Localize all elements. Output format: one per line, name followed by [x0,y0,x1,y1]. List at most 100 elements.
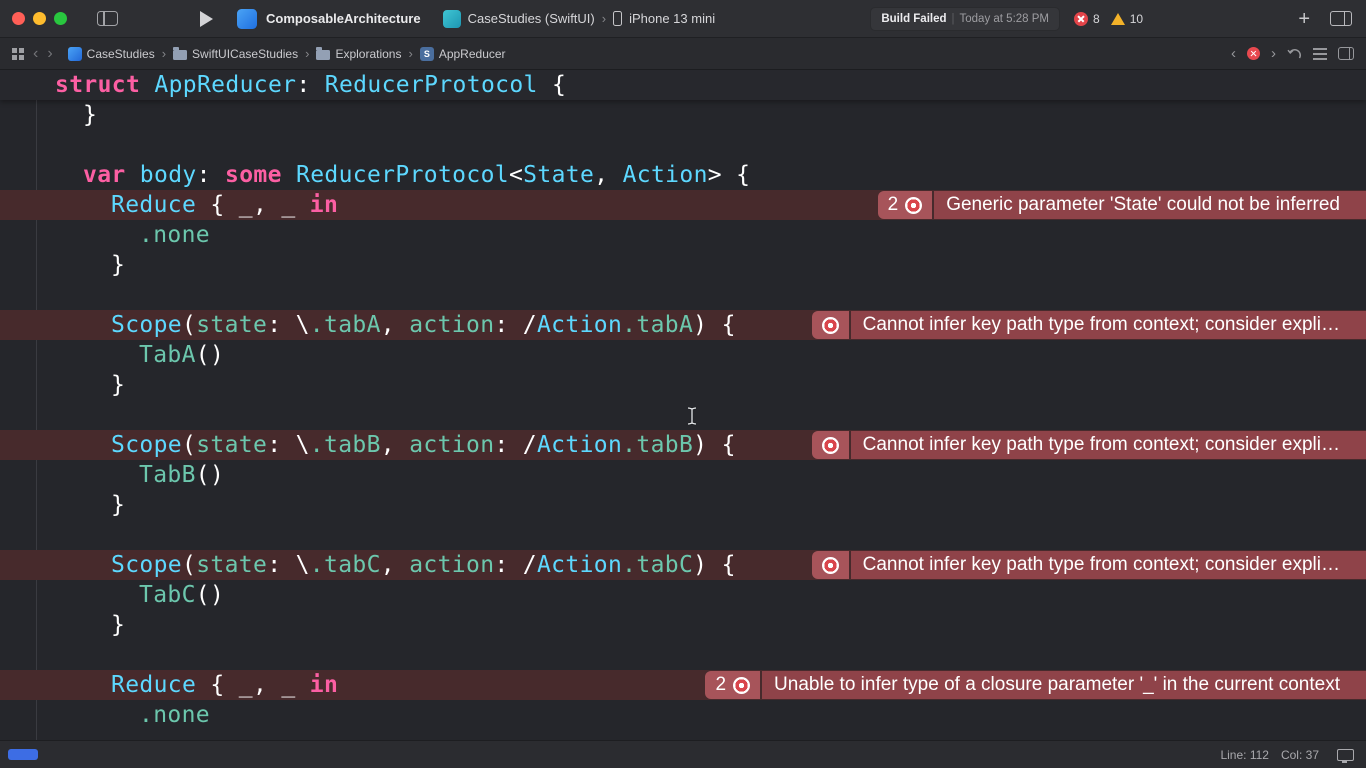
error-annotation[interactable]: 2 Unable to infer type of a closure param… [705,671,1366,699]
code-review-icon[interactable] [1313,47,1327,60]
error-annotation[interactable]: Cannot infer key path type from context;… [811,431,1366,459]
code-token: ) { [693,552,736,578]
code-token: () [195,582,225,608]
code-token: } [111,612,126,638]
error-icon [733,676,751,694]
zoom-window-button[interactable] [54,12,67,25]
code-line[interactable]: struct AppReducer: ReducerProtocol { [0,70,1366,100]
error-annotation[interactable]: Cannot infer key path type from context;… [811,311,1366,339]
code-token: Scope [111,432,182,458]
source-editor[interactable]: struct AppReducer: ReducerProtocol { } va… [0,70,1366,740]
forward-button[interactable]: › [47,45,52,62]
error-message[interactable]: Cannot infer key path type from context;… [850,311,1366,339]
jump-back-arrow-icon[interactable] [1287,47,1302,60]
add-tab-button[interactable]: + [1298,9,1310,29]
code-token: Reduce [111,192,197,218]
error-badge[interactable] [811,311,849,339]
code-line[interactable]: Scope(state: \.tabB, action: /Action.tab… [0,430,1366,460]
activity-view[interactable]: Build Failed | Today at 5:28 PM [870,6,1061,31]
code-token: TabC [139,582,196,608]
code-line[interactable] [0,280,1366,310]
error-badge[interactable] [811,551,849,579]
run-destination[interactable]: iPhone 13 mini [629,11,715,26]
code-token: { [537,72,567,98]
close-window-button[interactable] [12,12,25,25]
minimize-window-button[interactable] [33,12,46,25]
sticky-declaration[interactable]: struct AppReducer: ReducerProtocol { [0,70,1366,100]
breadcrumb-item-file[interactable]: S AppReducer [419,46,506,61]
code-line[interactable] [0,520,1366,550]
code-line[interactable]: TabB() [0,460,1366,490]
chevron-right-icon: › [305,46,310,61]
error-count[interactable]: 8 [1093,12,1100,26]
code-line[interactable] [0,400,1366,430]
error-message[interactable]: Generic parameter 'State' could not be i… [934,191,1366,219]
error-count-icon[interactable] [1074,11,1089,26]
code-token: ) { [693,312,736,338]
next-issue-button[interactable]: › [1271,46,1276,61]
code-line[interactable]: } [0,610,1366,640]
error-badge[interactable] [811,431,849,459]
warning-count-icon[interactable] [1110,12,1125,25]
code-token: Action [536,552,623,578]
code-line[interactable]: Reduce { _, _ in 2 Unable to infer type of… [0,670,1366,700]
code-line[interactable]: } [0,100,1366,130]
editor-layout-icon[interactable] [1330,11,1352,26]
device-icon [613,11,623,26]
code-token: ReducerProtocol [324,72,538,98]
error-annotation[interactable]: Cannot infer key path type from context;… [811,551,1366,579]
code-line[interactable]: .none [0,220,1366,250]
code-line[interactable]: Scope(state: \.tabC, action: /Action.tab… [0,550,1366,580]
breadcrumb-label[interactable]: CaseStudies [87,47,155,61]
warning-count[interactable]: 10 [1130,12,1143,26]
chevron-right-icon: › [408,46,413,61]
breadcrumb-item-group[interactable]: SwiftUICaseStudies [173,47,298,61]
code-line[interactable] [0,640,1366,670]
code-line[interactable]: Scope(state: \.tabA, action: /Action.tab… [0,310,1366,340]
code-token: action [409,312,495,338]
code-token: Action [622,162,708,188]
breadcrumb-label[interactable]: Explorations [335,47,401,61]
toggle-navigator-icon[interactable] [97,11,118,26]
code-token: } [83,102,98,128]
error-message[interactable]: Cannot infer key path type from context;… [850,431,1366,459]
breadcrumb-item-subgroup[interactable]: Explorations [316,47,401,61]
code-token: body [139,162,197,188]
code-rows[interactable]: } var body: some ReducerProtocol<State, A… [0,100,1366,740]
code-token: .tabA [309,312,381,338]
code-line[interactable]: TabC() [0,580,1366,610]
previous-issue-button[interactable]: ‹ [1231,46,1236,61]
issue-indicator-icon[interactable] [1247,47,1260,60]
related-items-icon[interactable] [12,47,24,60]
code-token: .tabA [622,312,694,338]
back-button[interactable]: ‹ [33,45,38,62]
display-icon[interactable] [1337,748,1354,763]
code-line[interactable] [0,130,1366,160]
error-badge[interactable]: 2 [877,191,933,219]
code-line[interactable]: .none [0,700,1366,730]
error-message[interactable]: Unable to infer type of a closure parame… [762,671,1366,699]
code-token: in [309,672,339,698]
code-line[interactable]: } [0,490,1366,520]
error-annotation[interactable]: 2 Generic parameter 'State' could not be … [877,191,1366,219]
project-title: ComposableArchitecture [266,11,421,26]
code-token: TabB [139,462,196,488]
error-message[interactable]: Cannot infer key path type from context;… [850,551,1366,579]
code-token: : \ [267,312,310,338]
code-line[interactable]: } [0,370,1366,400]
code-token: AppReducer [154,72,297,98]
breadcrumb-item-project[interactable]: CaseStudies [67,46,155,61]
code-line[interactable]: Reduce { _, _ in 2 Generic parameter 'Stat… [0,190,1366,220]
code-line[interactable]: var body: some ReducerProtocol<State, Ac… [0,160,1366,190]
code-line[interactable]: } [0,250,1366,280]
code-line[interactable]: TabA() [0,340,1366,370]
code-token: state [196,552,268,578]
editor-options-icon[interactable] [1338,47,1354,60]
scheme-selector[interactable]: CaseStudies (SwiftUI) › iPhone 13 mini [442,9,715,28]
run-button[interactable] [200,10,213,27]
scheme-name[interactable]: CaseStudies (SwiftUI) [468,11,595,26]
breadcrumb-label[interactable]: AppReducer [439,47,506,61]
error-badge[interactable]: 2 [705,671,761,699]
breadcrumb-label[interactable]: SwiftUICaseStudies [192,47,298,61]
